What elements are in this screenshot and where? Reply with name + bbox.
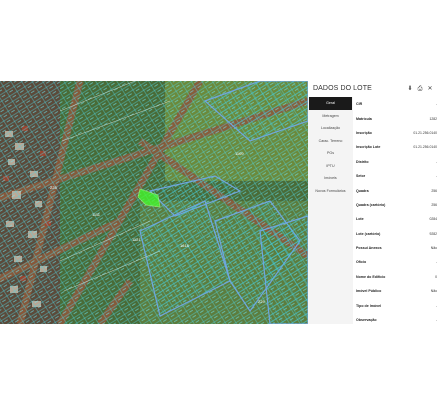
field-label: Inscrição (356, 130, 372, 135)
field-value: 01.21.256.0140 (413, 130, 437, 135)
field-row: Nome do Edifício 0 (354, 270, 439, 284)
field-value: - (435, 318, 437, 323)
field-value: 01.21.256.0140 (413, 145, 437, 150)
field-list: CIR - Matrícula 1282 Inscrição 01.21.256.01… (354, 97, 439, 324)
field-row: Imóvel Público Não (354, 284, 439, 298)
field-label: Nome do Edifício (356, 274, 386, 279)
field-value: 0 (435, 274, 437, 279)
field-label: Quadra (356, 188, 369, 193)
map-label: 229 (258, 299, 265, 304)
field-row: Possui Anexos Não (354, 241, 439, 255)
field-label: Possui Anexos (356, 246, 382, 251)
field-label: Imóvel Público (356, 289, 382, 294)
bottom-blank-area (0, 324, 439, 406)
field-value: 0284 (429, 217, 437, 222)
field-value: Não (430, 246, 437, 251)
map-label: 1111 (92, 212, 101, 217)
field-label: CIR (356, 102, 363, 107)
field-label: Distrito (356, 159, 369, 164)
map-label: 225 (50, 185, 57, 190)
map-view[interactable]: 225 1111 1121 1618 1109 229 (0, 81, 308, 324)
download-icon[interactable]: ⬇ (406, 85, 414, 93)
field-row: Quadra (cartório) 256 (354, 198, 439, 212)
field-row: Lote (cartório) 9282 (354, 227, 439, 241)
field-label: Inscrição Lote (356, 145, 381, 150)
field-label: Ofício (356, 260, 367, 265)
field-label: Lote (356, 217, 364, 222)
field-label: Lote (cartório) (356, 231, 381, 236)
field-row: Lote 0284 (354, 212, 439, 226)
tab-localizacao[interactable]: Localização (309, 122, 352, 135)
field-label: Tipo de Imóvel (356, 303, 382, 308)
field-label: Quadra (cartório) (356, 202, 386, 207)
aerial-map[interactable]: 225 1111 1121 1618 1109 229 (0, 81, 308, 324)
tab-carac-terreno[interactable]: Carac. Terreno (309, 135, 352, 148)
field-label: Matrícula (356, 116, 372, 121)
close-icon[interactable]: ✕ (426, 85, 434, 93)
tab-geral[interactable]: Geral (309, 97, 352, 110)
field-value: - (435, 260, 437, 265)
field-value: - (435, 159, 437, 164)
panel-title: DADOS DO LOTE (313, 85, 372, 92)
field-row: Observação - (354, 313, 439, 324)
field-value: 256 (431, 188, 437, 193)
map-label: 1618 (180, 243, 190, 248)
map-label: 1121 (132, 237, 141, 242)
field-value: - (435, 303, 437, 308)
field-label: Setor (356, 174, 366, 179)
top-blank-area (0, 0, 439, 81)
field-row: Tipo de Imóvel - (354, 298, 439, 312)
tab-imoveis[interactable]: Imóveis (309, 172, 352, 185)
print-icon[interactable]: ⎙ (416, 85, 424, 93)
field-row: Inscrição 01.21.256.0140 (354, 126, 439, 140)
field-row: CIR - (354, 97, 439, 111)
field-value: 256 (431, 202, 437, 207)
tab-iptu[interactable]: IPTU (309, 160, 352, 173)
field-row: Ofício - (354, 255, 439, 269)
field-label: Observação (356, 318, 377, 323)
field-row: Quadra 256 (354, 183, 439, 197)
panel-tabs: Geral Metragem Localização Carac. Terren… (308, 97, 353, 324)
field-value: Não (430, 289, 437, 294)
field-row: Inscrição Lote 01.21.256.0140 (354, 140, 439, 154)
lot-data-panel: DADOS DO LOTE ⬇ ⎙ ✕ Geral Metragem Local… (308, 81, 439, 324)
field-row: Matrícula 1282 (354, 111, 439, 125)
field-value: - (435, 174, 437, 179)
field-value: 9282 (429, 231, 437, 236)
field-value: 1282 (429, 116, 437, 121)
field-value: - (435, 102, 437, 107)
field-row: Setor - (354, 169, 439, 183)
field-row: Distrito - (354, 155, 439, 169)
map-label: 1109 (235, 151, 244, 156)
tab-pgs[interactable]: PGs (309, 147, 352, 160)
tab-novos-formularios[interactable]: Novos Formulários (309, 185, 352, 198)
tab-metragem[interactable]: Metragem (309, 110, 352, 123)
